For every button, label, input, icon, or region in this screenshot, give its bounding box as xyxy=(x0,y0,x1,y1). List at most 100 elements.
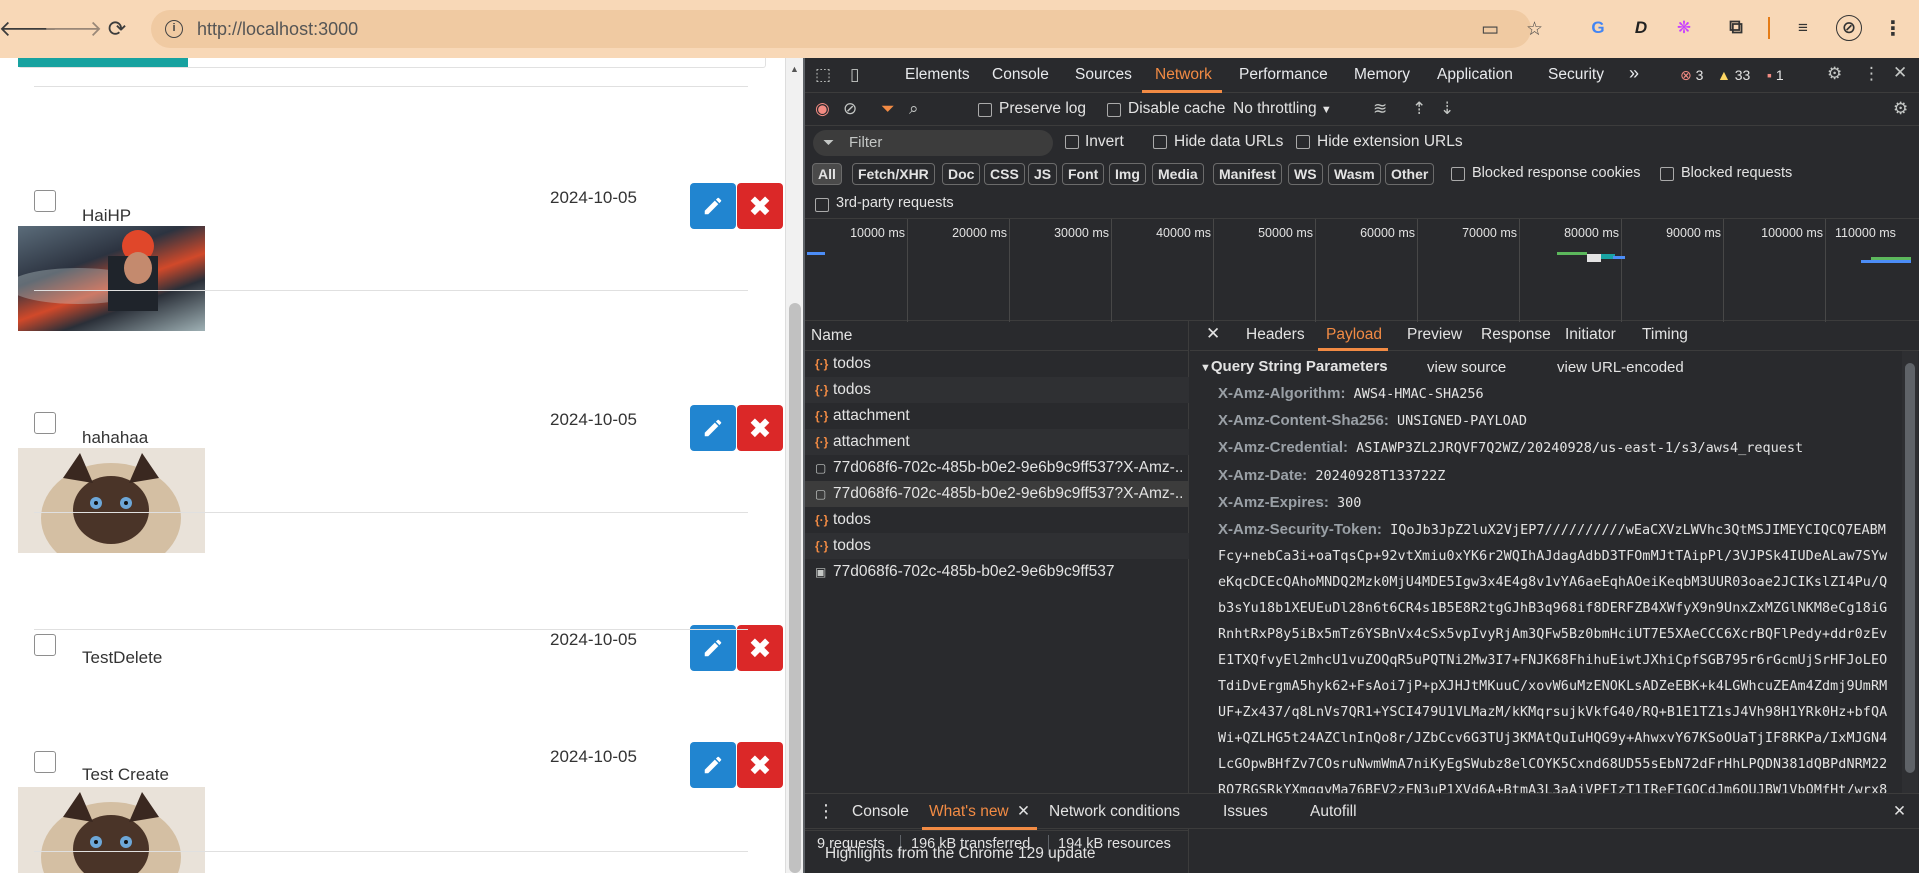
device-toolbar-icon[interactable]: ▯ xyxy=(850,65,859,85)
browser-menu-icon[interactable]: ⋮ xyxy=(1880,15,1906,41)
profile-avatar[interactable]: ⊘ xyxy=(1836,15,1862,41)
request-row[interactable]: {·} todos xyxy=(805,507,1189,533)
third-party-checkbox[interactable] xyxy=(815,198,829,212)
tab-preview[interactable]: Preview xyxy=(1407,326,1462,344)
drawer-tab-whats-new[interactable]: What's new xyxy=(929,803,1009,821)
bookmark-star-icon[interactable]: ☆ xyxy=(1526,18,1543,41)
delete-button[interactable]: ✖ xyxy=(737,742,783,788)
preserve-log-checkbox[interactable] xyxy=(978,103,992,117)
view-source-link[interactable]: view source xyxy=(1427,359,1506,376)
request-row[interactable]: {·} attachment xyxy=(805,403,1189,429)
query-string-parameters-header[interactable]: ▼Query String Parameters xyxy=(1200,358,1388,375)
request-row[interactable]: {·} todos xyxy=(805,533,1189,559)
tab-timing[interactable]: Timing xyxy=(1642,326,1688,344)
media-controls-icon[interactable]: ≡ xyxy=(1790,15,1816,41)
delete-button[interactable]: ✖ xyxy=(737,183,783,229)
todo-checkbox[interactable] xyxy=(34,634,56,656)
delete-button[interactable]: ✖ xyxy=(737,625,783,671)
throttling-select[interactable]: No throttling ▼ xyxy=(1233,100,1332,118)
site-info-icon[interactable]: i xyxy=(165,20,183,38)
blocked-response-cookies-checkbox[interactable] xyxy=(1451,167,1465,181)
tab-security[interactable]: Security xyxy=(1548,66,1604,84)
type-filter-font[interactable]: Font xyxy=(1062,163,1105,185)
request-row[interactable]: ▢ 77d068f6-702c-485b-b0e2-9e6b9c9ff537?X-… xyxy=(805,455,1189,481)
tab-headers[interactable]: Headers xyxy=(1246,326,1305,344)
type-filter-manifest[interactable]: Manifest xyxy=(1213,163,1282,185)
scrollbar-thumb[interactable] xyxy=(1905,363,1915,773)
network-conditions-icon[interactable]: ≋ xyxy=(1373,99,1387,119)
edit-button[interactable] xyxy=(690,625,736,671)
inspect-element-icon[interactable]: ⬚ xyxy=(815,65,831,85)
warning-count[interactable]: ▲ 33 xyxy=(1717,67,1750,83)
hide-data-urls-checkbox[interactable] xyxy=(1153,135,1167,149)
forward-button[interactable]: 🡒 xyxy=(44,13,103,45)
address-bar[interactable]: i http://localhost:3000 ▭ ☆ xyxy=(151,10,1543,48)
tab-application[interactable]: Application xyxy=(1437,66,1513,84)
detail-scrollbar[interactable] xyxy=(1902,351,1918,793)
drawer-tab-autofill[interactable]: Autofill xyxy=(1310,803,1357,821)
request-row-selected[interactable]: ▢ 77d068f6-702c-485b-b0e2-9e6b9c9ff537?X-… xyxy=(805,481,1189,507)
network-settings-icon[interactable]: ⚙ xyxy=(1893,99,1908,119)
tab-elements[interactable]: Elements xyxy=(905,66,970,84)
type-filter-media[interactable]: Media xyxy=(1152,163,1204,185)
tab-sources[interactable]: Sources xyxy=(1075,66,1132,84)
extension-translate-icon[interactable]: G xyxy=(1585,15,1611,41)
tab-console[interactable]: Console xyxy=(992,66,1049,84)
edit-button[interactable] xyxy=(690,742,736,788)
close-tab-icon[interactable]: ✕ xyxy=(1017,802,1030,821)
request-row[interactable]: {·} todos xyxy=(805,377,1189,403)
tab-performance[interactable]: Performance xyxy=(1239,66,1328,84)
todo-checkbox[interactable] xyxy=(34,751,56,773)
hide-extension-urls-checkbox[interactable] xyxy=(1296,135,1310,149)
url-text[interactable]: http://localhost:3000 xyxy=(197,19,358,40)
type-filter-wasm[interactable]: Wasm xyxy=(1328,163,1381,185)
type-filter-doc[interactable]: Doc xyxy=(942,163,981,185)
extension-flower-icon[interactable]: ❋ xyxy=(1671,15,1697,41)
request-row[interactable]: ▣ 77d068f6-702c-485b-b0e2-9e6b9c9ff537 xyxy=(805,559,1189,585)
cast-icon[interactable]: ▭ xyxy=(1481,18,1499,41)
tab-initiator[interactable]: Initiator xyxy=(1565,326,1616,344)
type-filter-css[interactable]: CSS xyxy=(984,163,1025,185)
drawer-tab-issues[interactable]: Issues xyxy=(1223,803,1268,821)
tab-memory[interactable]: Memory xyxy=(1354,66,1410,84)
close-devtools-icon[interactable]: ✕ xyxy=(1893,63,1907,83)
extension-d-icon[interactable]: D xyxy=(1628,15,1654,41)
search-icon[interactable]: ⌕ xyxy=(909,99,919,119)
settings-gear-icon[interactable]: ⚙ xyxy=(1827,64,1842,84)
invert-checkbox[interactable] xyxy=(1065,135,1079,149)
request-row[interactable]: {·} attachment xyxy=(805,429,1189,455)
more-tabs-icon[interactable]: » xyxy=(1629,63,1639,84)
network-timeline[interactable]: 10000 ms 20000 ms 30000 ms 40000 ms 5000… xyxy=(805,218,1919,322)
extensions-puzzle-icon[interactable]: ⧉ xyxy=(1723,15,1749,41)
issues-count[interactable]: ▪ 1 xyxy=(1767,67,1784,83)
type-filter-fetch-xhr[interactable]: Fetch/XHR xyxy=(852,163,935,185)
reload-button[interactable]: ⟳ xyxy=(101,13,133,45)
tab-response[interactable]: Response xyxy=(1481,326,1551,344)
type-filter-other[interactable]: Other xyxy=(1385,163,1435,185)
todo-checkbox[interactable] xyxy=(34,190,56,212)
type-filter-js[interactable]: JS xyxy=(1028,163,1058,185)
page-scrollbar[interactable]: ▲ xyxy=(785,58,803,873)
export-har-icon[interactable]: ⇣ xyxy=(1440,99,1454,119)
scrollbar-thumb[interactable] xyxy=(789,303,801,873)
filter-funnel-icon[interactable]: ⏷ xyxy=(881,99,895,119)
name-column-header[interactable]: Name xyxy=(811,327,852,345)
filter-input[interactable]: ⏷ Filter xyxy=(813,130,1053,156)
record-stop-icon[interactable]: ◉ xyxy=(815,99,830,119)
type-filter-all[interactable]: All xyxy=(812,163,842,185)
edit-button[interactable] xyxy=(690,183,736,229)
tab-network[interactable]: Network xyxy=(1155,66,1212,84)
view-url-encoded-link[interactable]: view URL-encoded xyxy=(1557,359,1684,376)
type-filter-img[interactable]: Img xyxy=(1109,163,1146,185)
drawer-menu-icon[interactable]: ⋮ xyxy=(817,801,835,822)
blocked-requests-checkbox[interactable] xyxy=(1660,167,1674,181)
devtools-menu-icon[interactable]: ⋮ xyxy=(1863,64,1880,84)
delete-button[interactable]: ✖ xyxy=(737,405,783,451)
request-row[interactable]: {·} todos xyxy=(805,351,1189,377)
close-drawer-icon[interactable]: ✕ xyxy=(1893,802,1906,821)
disable-cache-checkbox[interactable] xyxy=(1107,103,1121,117)
error-count[interactable]: ⊗ 3 xyxy=(1680,67,1703,84)
drawer-tab-network-conditions[interactable]: Network conditions xyxy=(1049,803,1180,821)
drawer-tab-console[interactable]: Console xyxy=(852,803,909,821)
todo-checkbox[interactable] xyxy=(34,412,56,434)
